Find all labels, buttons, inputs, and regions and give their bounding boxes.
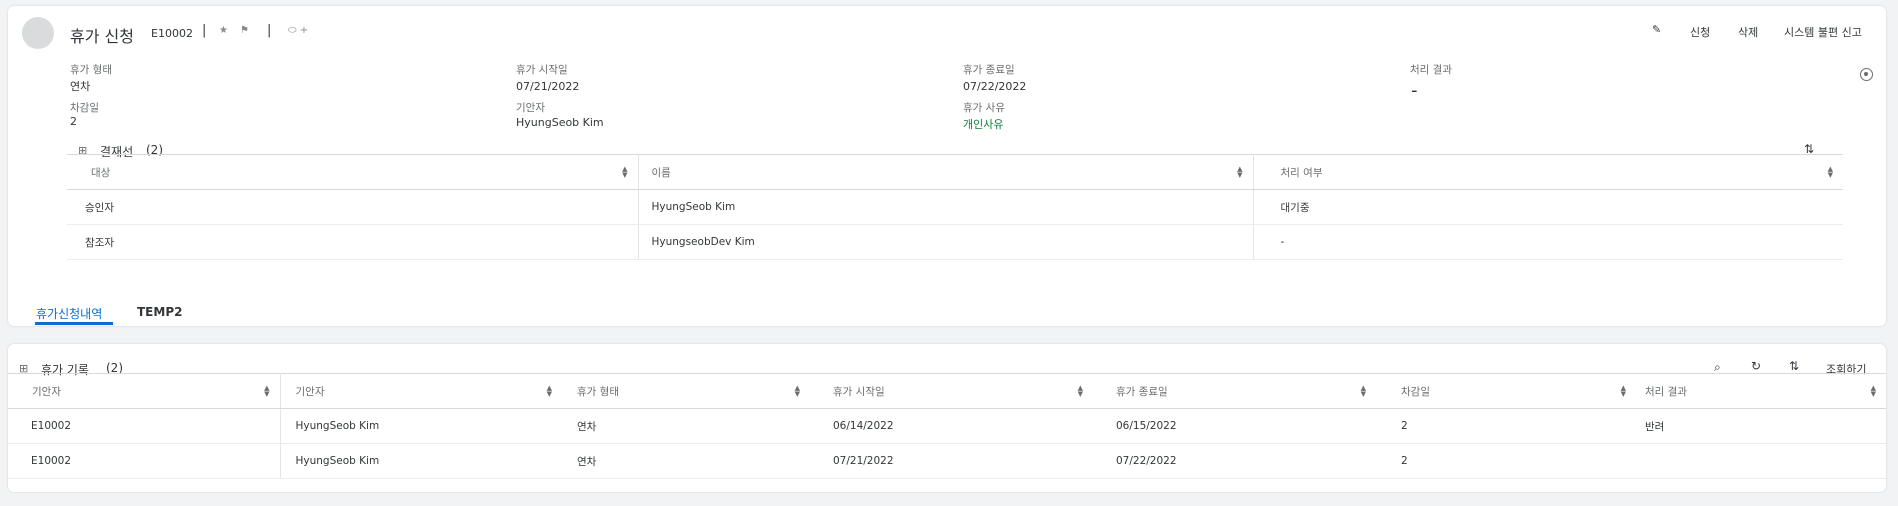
result-label: 처리 결과 <box>1410 64 1452 76</box>
table-row[interactable]: 승인자 HyungSeob Kim 대기중 <box>67 189 1843 225</box>
header-separator: | <box>267 23 272 38</box>
pencil-icon[interactable]: ✎ <box>1652 23 1661 36</box>
table-cell: 06/14/2022 <box>810 408 1093 444</box>
table-cell: 06/15/2022 <box>1093 408 1376 444</box>
table-row[interactable]: E10002 HyungSeob Kim 연차 06/14/2022 06/15… <box>8 408 1886 444</box>
approval-table: 대상 ▲ ▼ 이름 ▲ ▼ 처리 여부 ▲ ▼ 승인자 HyungSeob Kim 대기중 … <box>67 154 1843 260</box>
result-value: - <box>1411 80 1418 101</box>
table-cell: HyungSeob Kim <box>280 443 562 479</box>
table-cell: 07/21/2022 <box>810 443 1093 479</box>
object-page-header-card: 휴가 신청 E10002 | ★ ⚑ | ⬭ + ✎ 신청 삭제 시스템 불편 … <box>8 6 1886 326</box>
table-row[interactable]: 참조자 HyungseobDev Kim - <box>67 224 1843 260</box>
table-cell: 참조자 <box>67 224 639 260</box>
table-header-row: 대상 ▲ ▼ 이름 ▲ ▼ 처리 여부 ▲ ▼ <box>67 154 1843 190</box>
records-table: 기안자 ▲ ▼ 기안자 ▲ ▼ 휴가 형태 ▲ ▼ 휴가 시작일 ▲ ▼ 휴가 종료일 ▲ ▼ 차감… <box>8 373 1886 479</box>
column-header-deduct-days[interactable]: 차감일 ▲ ▼ <box>1376 373 1636 409</box>
table-cell: HyungSeob Kim <box>638 189 1254 225</box>
table-cell: HyungseobDev Kim <box>638 224 1254 260</box>
deduct-days-label: 차감일 <box>70 102 99 114</box>
start-date-value: 07/21/2022 <box>516 80 580 93</box>
tab-leave-history[interactable]: 휴가신청내역 <box>36 305 102 322</box>
table-header-row: 기안자 ▲ ▼ 기안자 ▲ ▼ 휴가 형태 ▲ ▼ 휴가 시작일 ▲ ▼ 휴가 종료일 ▲ ▼ 차감… <box>8 373 1886 409</box>
sort-icon: ▲ ▼ <box>622 165 628 179</box>
table-cell: 연차 <box>562 443 810 479</box>
table-cell: E10002 <box>8 408 281 444</box>
avatar <box>22 17 54 49</box>
end-date-label: 휴가 종료일 <box>963 64 1015 76</box>
reason-label: 휴가 사유 <box>963 102 1005 114</box>
table-row[interactable]: E10002 HyungSeob Kim 연차 07/21/2022 07/22… <box>8 443 1886 479</box>
sort-icon: ▲ ▼ <box>1077 384 1083 398</box>
tab-temp2[interactable]: TEMP2 <box>137 305 182 319</box>
table-cell <box>1636 443 1886 479</box>
flag-icon[interactable]: ⚑ <box>240 25 249 36</box>
leave-type-label: 휴가 형태 <box>70 64 112 76</box>
drafter-value: HyungSeob Kim <box>516 116 604 129</box>
tab-indicator <box>35 322 113 325</box>
table-cell: 연차 <box>562 408 810 444</box>
column-header-status[interactable]: 처리 여부 ▲ ▼ <box>1253 154 1843 190</box>
reason-value: 개인사유 <box>963 118 1004 131</box>
sort-icon: ▲ ▼ <box>1360 384 1366 398</box>
column-header-result[interactable]: 처리 결과 ▲ ▼ <box>1636 373 1886 409</box>
deduct-days-value: 2 <box>70 115 77 128</box>
sort-icon: ▲ ▼ <box>794 384 800 398</box>
table-cell: E10002 <box>8 443 281 479</box>
sort-icon: ▲ ▼ <box>264 384 270 398</box>
sort-icon: ▲ ▼ <box>546 384 552 398</box>
table-cell: 2 <box>1376 443 1636 479</box>
table-cell: 반려 <box>1636 408 1886 444</box>
column-header-drafter[interactable]: 기안자 ▲ ▼ <box>280 373 562 409</box>
column-header-id[interactable]: 기안자 ▲ ▼ <box>8 373 281 409</box>
sort-icon: ▲ ▼ <box>1620 384 1626 398</box>
page-title: 휴가 신청 <box>70 27 134 46</box>
table-cell: 대기중 <box>1253 189 1843 225</box>
column-header-leave-type[interactable]: 휴가 형태 ▲ ▼ <box>562 373 810 409</box>
table-cell: 07/22/2022 <box>1093 443 1376 479</box>
table-cell: - <box>1253 224 1843 260</box>
drafter-label: 기안자 <box>516 102 545 114</box>
settings-icon[interactable] <box>1860 68 1873 81</box>
leave-type-value: 연차 <box>70 80 91 93</box>
sort-icon: ▲ ▼ <box>1870 384 1876 398</box>
table-cell: HyungSeob Kim <box>280 408 562 444</box>
apply-button[interactable]: 신청 <box>1690 24 1710 40</box>
page-subtitle: E10002 <box>151 27 193 40</box>
column-header-end-date[interactable]: 휴가 종료일 ▲ ▼ <box>1093 373 1376 409</box>
refresh-icon[interactable]: ↻ <box>1751 359 1761 373</box>
delete-button[interactable]: 삭제 <box>1738 24 1758 40</box>
tag-add-icon[interactable]: ⬭ + <box>288 25 308 36</box>
start-date-label: 휴가 시작일 <box>516 64 568 76</box>
column-header-target[interactable]: 대상 ▲ ▼ <box>67 154 639 190</box>
column-header-name[interactable]: 이름 ▲ ▼ <box>638 154 1254 190</box>
end-date-value: 07/22/2022 <box>963 80 1027 93</box>
table-cell: 2 <box>1376 408 1636 444</box>
sort-icon[interactable]: ⇅ <box>1789 359 1799 373</box>
leave-records-card: ⊞ 휴가 기록 (2) ⌕ ↻ ⇅ 조회하기 기안자 ▲ ▼ 기안자 ▲ ▼ 휴가 형태… <box>8 344 1886 492</box>
header-separator: | <box>202 23 207 38</box>
report-issue-button[interactable]: 시스템 불편 신고 <box>1784 24 1862 40</box>
sort-icon: ▲ ▼ <box>1827 165 1833 179</box>
star-icon[interactable]: ★ <box>219 25 228 36</box>
column-header-start-date[interactable]: 휴가 시작일 ▲ ▼ <box>810 373 1093 409</box>
sort-icon: ▲ ▼ <box>1237 165 1243 179</box>
table-cell: 승인자 <box>67 189 639 225</box>
